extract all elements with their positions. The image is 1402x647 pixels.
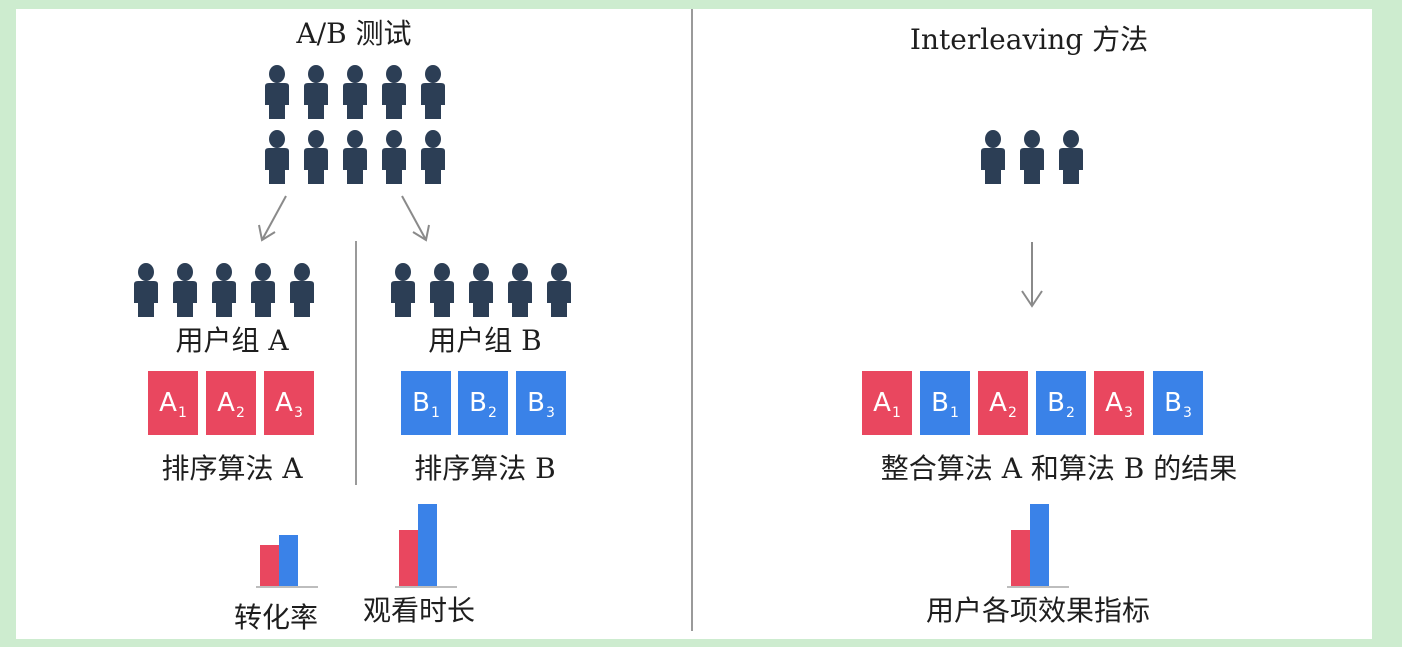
ranking-card-a3: A3 [264, 371, 314, 435]
metric-bar-b [418, 504, 437, 587]
person-icon [418, 65, 448, 119]
person-icon [1017, 130, 1047, 184]
person-icon [170, 263, 200, 317]
interleaved-card-b3: B3 [1153, 371, 1203, 435]
algorithm-b-label: 排序算法 B [414, 452, 556, 485]
interleaving-title: Interleaving 方法 [909, 23, 1149, 56]
person-icon [978, 130, 1008, 184]
interleaved-card-a1: A1 [862, 371, 912, 435]
interleaved-card-a2: A2 [978, 371, 1028, 435]
ranking-card-a1: A1 [148, 371, 198, 435]
ranking-card-b3: B3 [516, 371, 566, 435]
person-icon [340, 65, 370, 119]
person-icon [340, 130, 370, 184]
algorithm-a-label: 排序算法 A [161, 452, 303, 485]
group-divider [355, 241, 357, 485]
person-icon [301, 65, 331, 119]
ab-test-title: A/B 测试 [296, 17, 412, 50]
group-b-label: 用户组 B [428, 324, 542, 357]
person-icon [418, 130, 448, 184]
metric-baseline [395, 586, 457, 588]
metric-bar-b [1030, 504, 1049, 587]
interleaved-card-b1: B1 [920, 371, 970, 435]
merged-result-label: 整合算法 A 和算法 B 的结果 [880, 452, 1238, 485]
person-icon [466, 263, 496, 317]
metric-bar-b [279, 535, 298, 587]
interleaved-card-a3: A3 [1094, 371, 1144, 435]
person-icon [209, 263, 239, 317]
metric-bar-a [1011, 530, 1030, 587]
person-icon [427, 263, 457, 317]
person-icon [301, 130, 331, 184]
metric-baseline [1007, 586, 1069, 588]
group-a-label: 用户组 A [175, 324, 289, 357]
person-icon [1056, 130, 1086, 184]
person-icon [131, 263, 161, 317]
person-icon [262, 130, 292, 184]
metric-bar-a [399, 530, 418, 587]
watch-time-label: 观看时长 [362, 594, 476, 627]
user-metrics-label: 用户各项效果指标 [925, 594, 1151, 627]
person-icon [505, 263, 535, 317]
metric-bar-a [260, 545, 279, 587]
diagram-canvas: A/B 测试 用户组 A 用户组 B A1 A2 A3 B1 B2 B3 排序算… [16, 9, 1372, 639]
panel-divider [691, 9, 693, 631]
person-icon [388, 263, 418, 317]
ranking-card-a2: A2 [206, 371, 256, 435]
person-icon [248, 263, 278, 317]
metric-baseline [256, 586, 318, 588]
person-icon [262, 65, 292, 119]
interleaved-card-b2: B2 [1036, 371, 1086, 435]
arrow-down-icon [1021, 242, 1043, 308]
person-icon [379, 130, 409, 184]
person-icon [544, 263, 574, 317]
person-icon [379, 65, 409, 119]
conversion-rate-label: 转化率 [233, 601, 319, 634]
ranking-card-b2: B2 [458, 371, 508, 435]
person-icon [287, 263, 317, 317]
ranking-card-b1: B1 [401, 371, 451, 435]
